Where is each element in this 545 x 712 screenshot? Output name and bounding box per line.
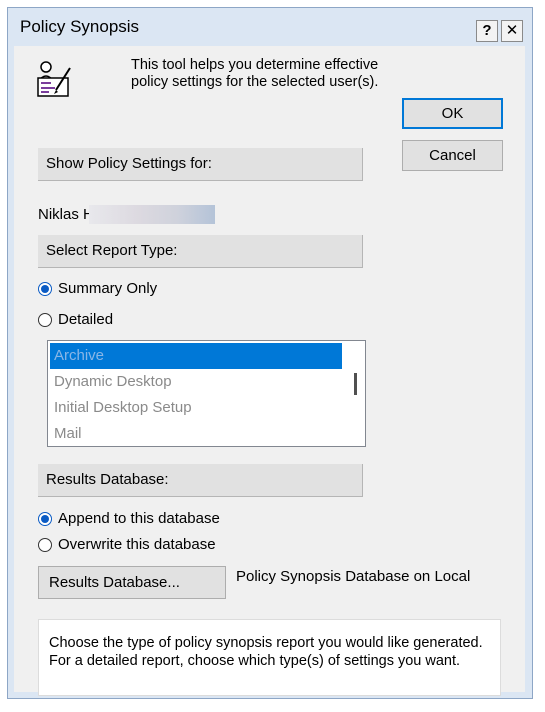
- database-location-label: Policy Synopsis Database on Local: [236, 568, 471, 585]
- policy-tool-icon: [34, 60, 74, 100]
- radio-unchecked-indicator: [38, 537, 52, 552]
- close-button[interactable]: ✕: [501, 20, 523, 42]
- results-database-button[interactable]: Results Database...: [38, 566, 226, 599]
- dialog-client-area: This tool helps you determine effective …: [14, 46, 525, 696]
- append-database-label: Append to this database: [58, 510, 220, 527]
- intro-text: This tool helps you determine effective …: [131, 57, 379, 90]
- radio-unchecked-indicator: [38, 312, 52, 327]
- settings-type-listbox[interactable]: Archive Dynamic Desktop Initial Desktop …: [47, 340, 366, 447]
- policy-synopsis-dialog: Policy Synopsis ? ✕ This tool helps you …: [7, 7, 533, 699]
- ok-button[interactable]: OK: [402, 98, 503, 129]
- help-description-box: Choose the type of policy synopsis repor…: [38, 619, 501, 696]
- redacted-user-name: [89, 205, 215, 224]
- help-button[interactable]: ?: [476, 20, 498, 42]
- append-database-radio[interactable]: Append to this database: [38, 510, 220, 527]
- report-type-header: Select Report Type:: [38, 235, 363, 268]
- list-item-initial-desktop-setup[interactable]: Initial Desktop Setup: [50, 395, 342, 421]
- list-item-mail[interactable]: Mail: [50, 421, 342, 446]
- detailed-radio[interactable]: Detailed: [38, 311, 113, 328]
- overwrite-database-label: Overwrite this database: [58, 536, 216, 553]
- radio-checked-indicator: [38, 511, 52, 526]
- list-item-dynamic-desktop[interactable]: Dynamic Desktop: [50, 369, 342, 395]
- list-scrollbar-thumb[interactable]: [354, 373, 357, 395]
- results-database-header: Results Database:: [38, 464, 363, 497]
- radio-checked-indicator: [38, 281, 52, 296]
- show-policy-header: Show Policy Settings for:: [38, 148, 363, 181]
- detailed-label: Detailed: [58, 311, 114, 328]
- summary-only-radio[interactable]: Summary Only: [38, 280, 157, 297]
- title-bar: Policy Synopsis ? ✕: [8, 8, 532, 45]
- cancel-button[interactable]: Cancel: [402, 140, 503, 171]
- list-item-archive[interactable]: Archive: [50, 343, 342, 369]
- user-name: Niklas H: [38, 206, 94, 223]
- summary-only-label: Summary Only: [58, 280, 158, 297]
- overwrite-database-radio[interactable]: Overwrite this database: [38, 536, 216, 553]
- window-title: Policy Synopsis: [20, 17, 140, 36]
